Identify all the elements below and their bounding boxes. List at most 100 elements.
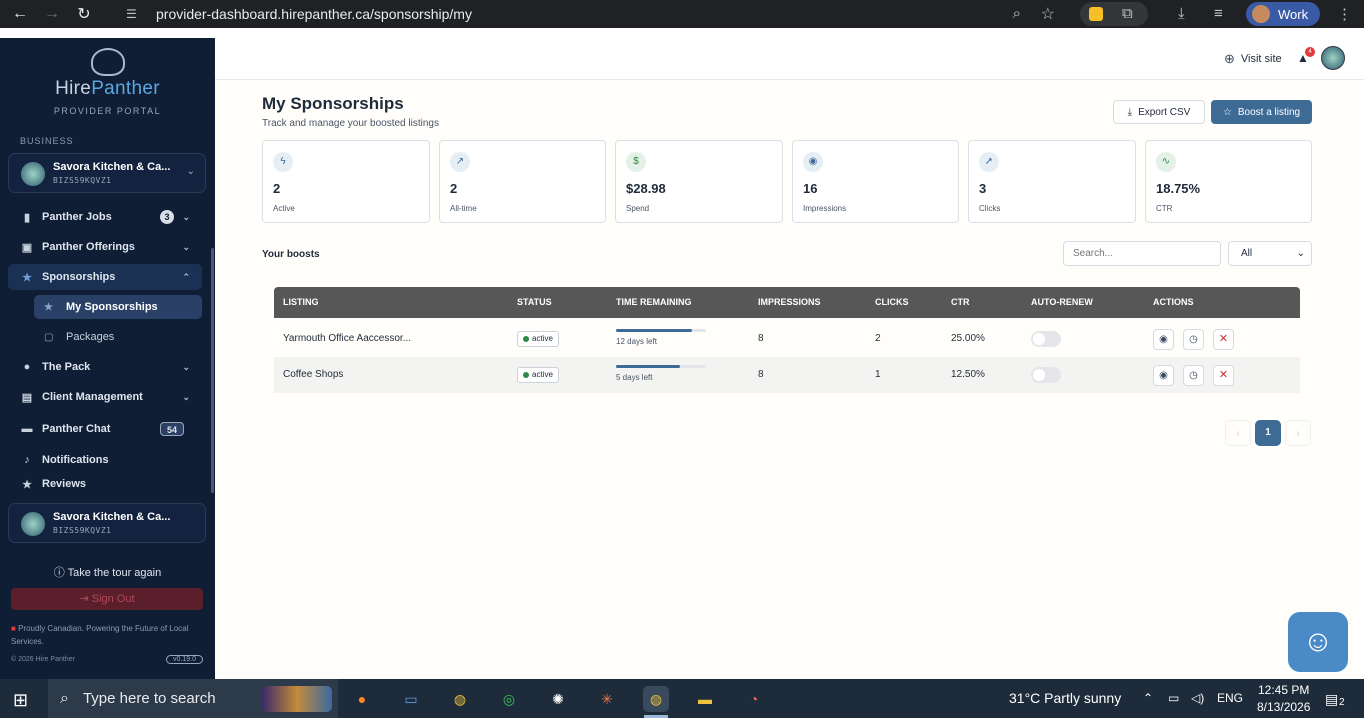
reading-list-icon[interactable]: ≡ (1214, 5, 1223, 22)
status-filter-select[interactable]: All ⌄ (1228, 241, 1312, 266)
chat-icon: ▬ (21, 423, 33, 435)
laptop-app-icon[interactable]: ▭ (398, 686, 424, 712)
sidebar-item-client-management[interactable]: ▤ Client Management ⌄ (8, 384, 202, 410)
column-header[interactable]: AUTO-RENEW (1031, 297, 1093, 307)
column-header[interactable]: CTR (951, 297, 970, 307)
extensions-group: ⧉ (1080, 2, 1148, 26)
language-indicator[interactable]: ENG (1217, 691, 1243, 705)
logout-icon: ⇥ (79, 593, 92, 605)
chrome-active-icon[interactable]: ◍ (643, 686, 669, 712)
chrome-icon[interactable]: ◍ (447, 686, 473, 712)
visit-site-link[interactable]: ⊕ Visit site (1224, 51, 1282, 67)
search-highlight-icon[interactable] (262, 686, 332, 712)
pagination-next-button[interactable]: › (1285, 420, 1311, 446)
pagination-prev-button[interactable]: ‹ (1225, 420, 1251, 446)
browser-menu-icon[interactable]: ⋮ (1337, 5, 1352, 23)
download-icon[interactable]: ⤓ (1178, 5, 1185, 22)
view-eye-icon[interactable]: ◉ (1153, 365, 1174, 386)
zoom-icon[interactable]: ⌕ (1013, 5, 1021, 22)
clicks-value: 1 (875, 369, 881, 380)
back-icon[interactable]: ← (8, 2, 32, 26)
listing-name[interactable]: Yarmouth Office Aaccessor... (283, 333, 411, 344)
column-header[interactable]: ACTIONS (1153, 297, 1194, 307)
sidebar-item-label: Panther Chat (42, 423, 111, 435)
sidebar-item-my-sponsorships[interactable]: ★ My Sponsorships (34, 295, 202, 319)
stat-label: Impressions (803, 204, 847, 213)
site-info-icon[interactable]: ☰ (126, 7, 144, 21)
weather-widget[interactable]: 31°C Partly sunny (1009, 690, 1121, 706)
notifications-bell-icon[interactable]: ▲ 4 (1297, 47, 1315, 65)
status-badge: active (517, 331, 559, 347)
tray-chevron-up-icon[interactable]: ⌃ (1143, 691, 1153, 705)
firefox-icon[interactable]: ● (349, 686, 375, 712)
volume-icon[interactable]: ◁) (1191, 691, 1204, 705)
panther-assistant-icon[interactable]: ☺ (1288, 612, 1348, 672)
history-clock-icon[interactable]: ◷ (1183, 329, 1204, 350)
view-eye-icon[interactable]: ◉ (1153, 329, 1174, 350)
business-switcher[interactable]: Savora Kitchen & Ca... BIZS59KQVZ1 ⌄ (8, 153, 206, 193)
history-clock-icon[interactable]: ◷ (1183, 365, 1204, 386)
weather-text: 31°C Partly sunny (1009, 690, 1122, 706)
battery-icon[interactable]: ▭ (1168, 691, 1179, 705)
chatgpt-icon[interactable]: ✺ (545, 686, 571, 712)
system-clock[interactable]: 12:45 PM 8/13/2026 (1257, 682, 1310, 716)
whatsapp-icon[interactable]: ◎ (496, 686, 522, 712)
column-header[interactable]: LISTING (283, 297, 319, 307)
sign-out-button[interactable]: ⇥ Sign Out (11, 588, 203, 610)
bookmark-star-icon[interactable]: ☆ (1041, 4, 1055, 24)
sidebar-item-panther-jobs[interactable]: ▮ Panther Jobs 3 ⌄ (8, 204, 202, 230)
pagination-page-button[interactable]: 1 (1255, 420, 1281, 446)
url-text[interactable]: provider-dashboard.hirepanther.ca/sponso… (156, 6, 472, 22)
profile-chip[interactable]: Work (1246, 2, 1320, 26)
cancel-close-icon[interactable]: ✕ (1213, 365, 1234, 386)
address-bar[interactable]: ☰ provider-dashboard.hirepanther.ca/spon… (118, 1, 1073, 27)
app-icon[interactable]: ◔ (741, 686, 767, 712)
time-remaining-text: 5 days left (616, 373, 653, 382)
sidebar-scrollbar[interactable] (211, 248, 214, 493)
claude-icon[interactable]: ✳ (594, 686, 620, 712)
take-tour-button[interactable]: ⓘ Take the tour again (0, 564, 215, 580)
sidebar-item-label: Notifications (42, 454, 109, 466)
sidebar-item-panther-chat[interactable]: ▬ Panther Chat 54 (8, 416, 202, 442)
ctr-value: 12.50% (951, 369, 985, 380)
file-explorer-icon[interactable]: ▬ (692, 686, 718, 712)
boosts-table-header: LISTING STATUS TIME REMAINING IMPRESSION… (274, 287, 1300, 318)
auto-renew-toggle[interactable] (1031, 367, 1061, 383)
column-header[interactable]: TIME REMAINING (616, 297, 692, 307)
user-avatar[interactable] (1321, 46, 1345, 70)
keep-extension-icon[interactable] (1089, 7, 1103, 21)
sidebar-item-panther-offerings[interactable]: ▣ Panther Offerings ⌄ (8, 234, 202, 260)
star-icon: ★ (22, 479, 32, 491)
star-icon: ★ (22, 271, 32, 284)
stat-card-clicks: ➚ 3 Clicks (968, 140, 1136, 223)
sidebar-item-reviews[interactable]: ★ Reviews (8, 478, 202, 492)
boosts-search-input[interactable] (1063, 241, 1221, 266)
reload-icon[interactable]: ↻ (72, 2, 96, 26)
boost-listing-button[interactable]: ☆ Boost a listing (1211, 100, 1312, 124)
action-center-count: 2 (1339, 697, 1345, 708)
time-remaining-fill (616, 329, 692, 332)
cancel-close-icon[interactable]: ✕ (1213, 329, 1234, 350)
column-header[interactable]: STATUS (517, 297, 552, 307)
sidebar-item-notifications[interactable]: ♪ Notifications (8, 447, 202, 473)
column-header[interactable]: CLICKS (875, 297, 909, 307)
eye-icon: ◉ (803, 152, 823, 172)
action-center-icon[interactable]: ▤ (1325, 691, 1338, 708)
forward-icon[interactable]: → (40, 2, 64, 26)
sidebar-item-the-pack[interactable]: ● The Pack ⌄ (8, 354, 202, 380)
windows-start-icon[interactable]: ⊞ (13, 690, 28, 711)
stat-value: 3 (979, 181, 987, 196)
export-csv-button[interactable]: ⤓ Export CSV (1113, 100, 1205, 124)
sidebar-item-packages[interactable]: ▢ Packages (34, 325, 202, 349)
chevron-down-icon: ⌄ (1296, 248, 1305, 259)
column-header[interactable]: IMPRESSIONS (758, 297, 821, 307)
chevron-down-icon: ⌄ (186, 166, 195, 177)
listing-name[interactable]: Coffee Shops (283, 369, 343, 380)
auto-renew-toggle[interactable] (1031, 331, 1061, 347)
footer-business-card[interactable]: Savora Kitchen & Ca... BIZS59KQVZ1 (8, 503, 206, 543)
stat-card-all-time: ↗ 2 All-time (439, 140, 606, 223)
brand-logo[interactable]: HirePanther PROVIDER PORTAL (0, 48, 215, 116)
visit-site-label: Visit site (1240, 53, 1282, 65)
sidebar-item-sponsorships[interactable]: ★ Sponsorships ⌃ (8, 264, 202, 290)
extensions-puzzle-icon[interactable]: ⧉ (1122, 5, 1133, 22)
